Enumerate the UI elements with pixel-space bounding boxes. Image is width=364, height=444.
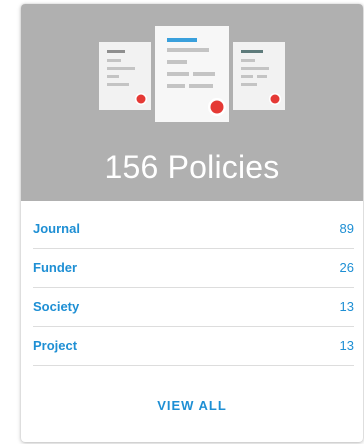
list-item-count: 26 (339, 260, 354, 275)
left-document-icon (99, 42, 151, 110)
list-item-count: 13 (339, 299, 354, 314)
policy-type-list: Journal 89 Funder 26 Society 13 Project … (33, 210, 354, 366)
list-item-society[interactable]: Society 13 (33, 288, 354, 327)
list-item-label: Funder (33, 260, 78, 275)
right-document-icon (233, 42, 285, 110)
view-all-button[interactable]: VIEW ALL (21, 398, 363, 413)
policies-illustration (99, 26, 285, 122)
list-item-project[interactable]: Project 13 (33, 327, 354, 366)
center-document-icon (155, 26, 229, 122)
list-item-label: Project (33, 338, 78, 353)
list-item-journal[interactable]: Journal 89 (33, 210, 354, 249)
list-item-label: Society (33, 299, 80, 314)
list-item-label: Journal (33, 221, 80, 236)
list-item-count: 13 (339, 338, 354, 353)
policies-count-title: 156 Policies (104, 149, 280, 185)
list-item-funder[interactable]: Funder 26 (33, 249, 354, 288)
policies-card: 156 Policies Journal 89 Funder 26 Societ… (21, 4, 363, 442)
list-item-count: 89 (339, 221, 354, 236)
card-hero: 156 Policies (21, 4, 363, 201)
